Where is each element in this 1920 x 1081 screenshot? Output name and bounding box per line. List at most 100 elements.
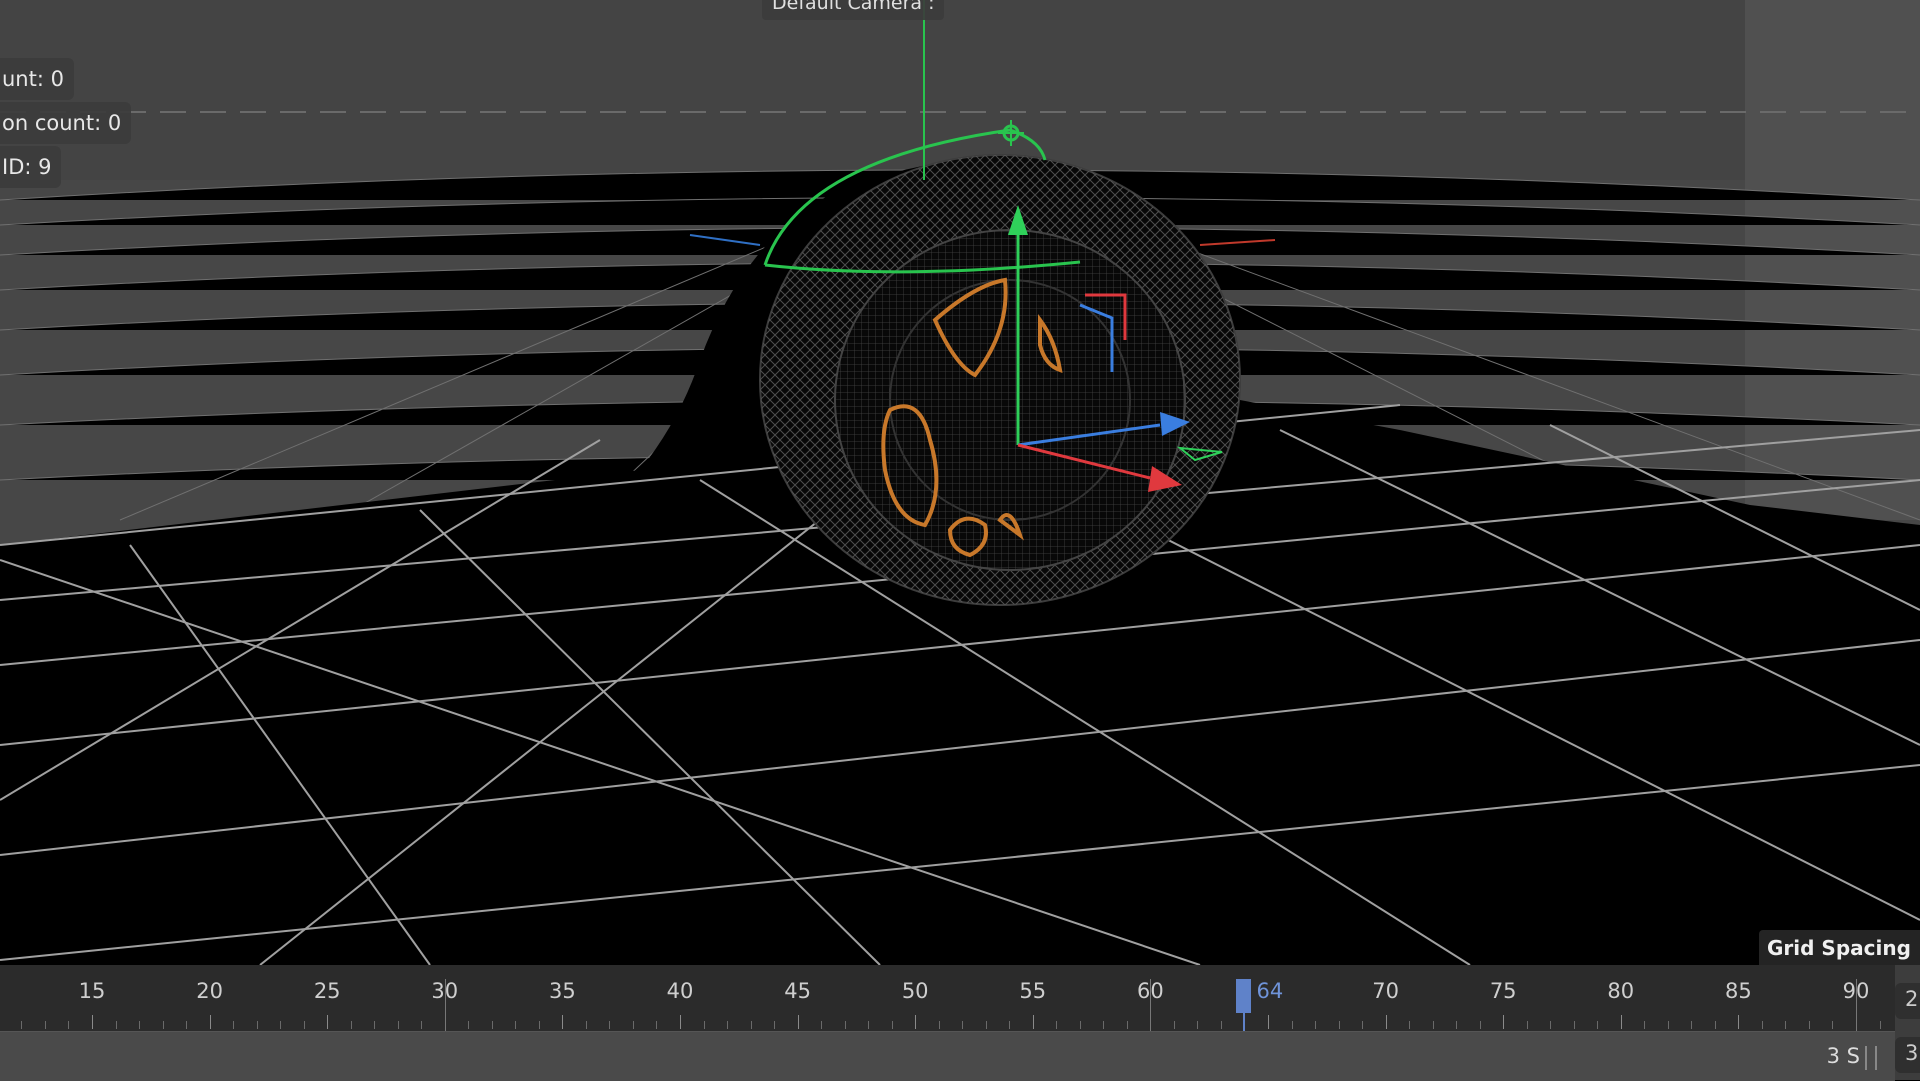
timeline-frame-label: 15: [78, 979, 106, 1003]
timeline-tick: [891, 1021, 893, 1029]
timeline-tick: [1503, 1015, 1505, 1029]
timeline-tick: [1479, 1021, 1481, 1029]
tire-mesh: [759, 154, 1241, 606]
timeline-frame-label: 85: [1725, 979, 1752, 1003]
timeline-tick: [350, 1021, 352, 1029]
timeline-tick: [1056, 1021, 1058, 1029]
timeline-tick: [374, 1021, 376, 1029]
timeline-tick: [656, 1021, 658, 1029]
timeline-tick: [632, 1021, 634, 1029]
timeline-tick: [1362, 1021, 1364, 1029]
camera-label[interactable]: Default Camera :: [762, 0, 945, 20]
current-frame-label: 64: [1256, 979, 1284, 1003]
timeline-tick: [1808, 1021, 1810, 1029]
timeline-tick: [1032, 1015, 1034, 1029]
grid-spacing-label: Grid Spacing :: [1759, 930, 1920, 965]
timeline-tick: [468, 1021, 470, 1029]
timeline-tick: [21, 1021, 23, 1029]
side-panel-shade: [1745, 0, 1920, 520]
timeline-tick: [139, 1021, 141, 1029]
timeline-tick: [1009, 1021, 1011, 1029]
timeline-frame-label: 60: [1137, 979, 1164, 1003]
timeline-ruler[interactable]: 15 20 25 30 35 40 45 50 55 60 70 75 80 85 90 64: [0, 965, 1895, 1031]
playhead-line: [1243, 1013, 1246, 1031]
timeline-frame-label: 30: [431, 979, 459, 1003]
timeline-tick: [1291, 1021, 1293, 1029]
timeline-tick: [1573, 1021, 1575, 1029]
timeline-tick: [397, 1021, 399, 1029]
timeline-tick: [915, 1015, 917, 1029]
timeline-frame-label: 90: [1842, 979, 1870, 1003]
timeline-tick: [162, 1021, 164, 1029]
timeline-tick: [256, 1021, 258, 1029]
timeline-tick: [1620, 1015, 1622, 1029]
timeline-tick: [327, 1015, 329, 1029]
timeline-tick: [538, 1021, 540, 1029]
duration-label: 3 S: [1826, 1044, 1860, 1068]
timeline-tick: [1738, 1015, 1740, 1029]
timeline-tick: [868, 1021, 870, 1029]
timeline-frame-label: 20: [196, 979, 223, 1003]
timeline-tick: [1432, 1021, 1434, 1029]
timeline-tick: [985, 1021, 987, 1029]
timeline-tick: [68, 1021, 70, 1029]
timeline-tick: [515, 1021, 517, 1029]
timeline-tick: [844, 1021, 846, 1029]
timeline-tick: [1550, 1021, 1552, 1029]
timeline-frame-label: 45: [784, 979, 811, 1003]
timeline-frame-label: 40: [666, 979, 694, 1003]
timeline-frame-label: 25: [313, 979, 341, 1003]
hud-object-id: ID: 9: [0, 146, 62, 188]
timeline-tick: [1761, 1021, 1763, 1029]
timeline-side-value-bottom[interactable]: 3: [1895, 1037, 1920, 1073]
3d-viewport[interactable]: Default Camera : unt: 0 on count: 0 ID: …: [0, 0, 1920, 965]
timeline-tick: [1667, 1021, 1669, 1029]
timeline-tick: [962, 1021, 964, 1029]
timeline-frame-label: 75: [1489, 979, 1517, 1003]
timeline-frame-label: 35: [549, 979, 576, 1003]
timeline-tick: [491, 1021, 493, 1029]
timeline-tick: [938, 1021, 940, 1029]
timeline-tick: [1197, 1021, 1199, 1029]
timeline-tick: [750, 1021, 752, 1029]
timeline-tick: [1879, 1021, 1881, 1029]
timeline[interactable]: 15 20 25 30 35 40 45 50 55 60 70 75 80 85 90 64 3 S 2 3: [0, 965, 1920, 1081]
timeline-tick: [209, 1015, 211, 1029]
timeline-range-bar[interactable]: 3 S: [0, 1031, 1895, 1081]
timeline-tick: [1103, 1021, 1105, 1029]
timeline-tick: [92, 1015, 93, 1029]
timeline-frame-label: 50: [901, 979, 929, 1003]
viewport-scene: [0, 0, 1920, 965]
timeline-tick: [562, 1015, 564, 1029]
timeline-frame-label: 55: [1019, 979, 1047, 1003]
timeline-tick: [774, 1021, 776, 1029]
hud-point-count: unt: 0: [0, 58, 74, 100]
timeline-tick: [421, 1021, 423, 1029]
timeline-tick: [280, 1021, 282, 1029]
timeline-tick: [1714, 1021, 1716, 1029]
timeline-tick: [1832, 1021, 1834, 1029]
playhead[interactable]: [1236, 979, 1252, 1013]
timeline-tick: [1385, 1015, 1387, 1029]
timeline-tick: [1409, 1021, 1411, 1029]
range-grip-icon[interactable]: [1865, 1046, 1877, 1070]
timeline-tick: [1785, 1021, 1787, 1029]
timeline-tick: [1456, 1021, 1458, 1029]
timeline-tick: [1220, 1021, 1222, 1029]
timeline-tick: [186, 1021, 188, 1029]
timeline-tick: [1597, 1021, 1599, 1029]
timeline-tick: [1644, 1021, 1646, 1029]
timeline-tick: [44, 1021, 46, 1029]
timeline-tick: [1315, 1021, 1317, 1029]
timeline-tick: [1691, 1021, 1693, 1029]
timeline-tick: [233, 1021, 235, 1029]
timeline-tick: [821, 1021, 823, 1029]
timeline-tick: [1268, 1015, 1269, 1029]
timeline-frame-label: 80: [1607, 979, 1635, 1003]
timeline-tick: [703, 1021, 705, 1029]
timeline-side-value-top[interactable]: 2: [1895, 983, 1920, 1019]
timeline-tick: [727, 1021, 729, 1029]
timeline-tick: [680, 1015, 681, 1029]
timeline-tick: [609, 1021, 611, 1029]
timeline-tick: [303, 1021, 305, 1029]
